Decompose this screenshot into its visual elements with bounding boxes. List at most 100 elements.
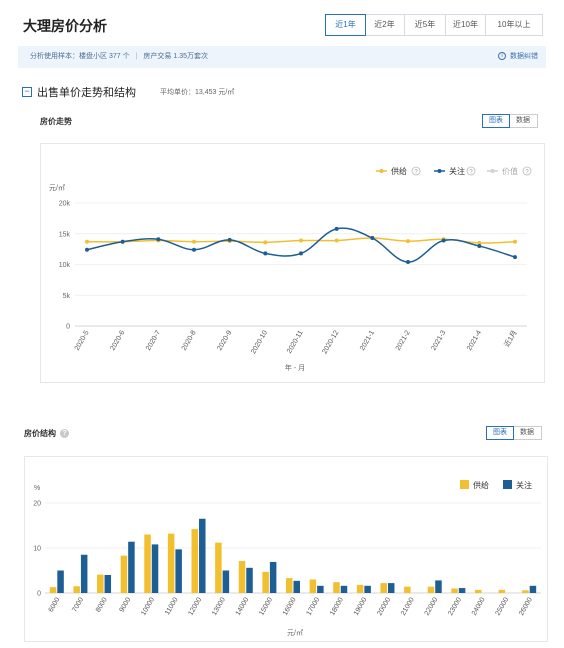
trend-data-point[interactable]	[334, 238, 339, 243]
structure-bar-attention[interactable]	[435, 580, 442, 593]
time-range-tabs: 近1年 近2年 近5年 近10年 10年以上	[325, 14, 543, 36]
trend-title: 房价走势	[40, 117, 72, 126]
trend-chart-button[interactable]: 图表	[482, 114, 510, 128]
structure-x-tick-label: 7000	[71, 596, 85, 613]
trend-chart-panel: 供给 ? 关注 ? 价值 ? 元/㎡ 年 - 月 0 5k 10k 15k 20k 20…	[40, 143, 545, 383]
legend-attention-label[interactable]: 关注	[516, 480, 532, 490]
help-icon[interactable]: ?	[60, 429, 69, 439]
structure-bar-supply[interactable]	[474, 589, 482, 593]
trend-data-point[interactable]	[299, 251, 303, 256]
structure-bar-supply[interactable]	[309, 579, 317, 594]
trend-data-point[interactable]	[227, 237, 232, 242]
trend-data-point[interactable]	[406, 239, 410, 244]
trend-data-button[interactable]: 数据	[509, 115, 537, 127]
trend-data-point[interactable]	[156, 237, 161, 242]
tab-1-year[interactable]: 近1年	[325, 14, 366, 36]
trend-data-point[interactable]	[334, 226, 339, 231]
structure-bar-supply[interactable]	[262, 571, 269, 593]
structure-bar-attention[interactable]	[80, 554, 88, 593]
structure-bar-attention[interactable]	[364, 585, 371, 593]
legend-supply-label[interactable]: 供给	[473, 480, 489, 490]
structure-bar-attention[interactable]	[57, 570, 64, 594]
structure-x-tick-label: 11000	[164, 596, 180, 616]
structure-chart-button[interactable]: 图表	[486, 426, 514, 440]
tab-10-plus-years[interactable]: 10年以上	[486, 15, 542, 35]
trend-data-point[interactable]	[513, 255, 517, 260]
structure-bar-supply[interactable]	[286, 578, 293, 593]
trend-y-tick-label: 20k	[59, 201, 71, 208]
trend-data-point[interactable]	[192, 247, 196, 252]
structure-bar-supply[interactable]	[427, 586, 435, 593]
structure-bar-attention[interactable]	[151, 544, 159, 593]
trend-data-point[interactable]	[85, 247, 89, 252]
tab-5-years[interactable]: 近5年	[405, 15, 446, 35]
legend-supply-dot	[379, 169, 384, 173]
structure-y-tick-label: 20	[33, 501, 41, 508]
structure-y-tick-label: 10	[33, 546, 41, 553]
structure-bar-supply[interactable]	[97, 574, 104, 593]
structure-x-tick-label: 8000	[95, 596, 109, 613]
structure-bar-supply[interactable]	[333, 582, 340, 593]
legend-price-label[interactable]: 价值	[502, 166, 518, 176]
structure-bar-supply[interactable]	[498, 589, 506, 593]
structure-x-tick-label: 26000	[518, 596, 534, 616]
structure-y-tick-label: 0	[37, 591, 41, 598]
trend-data-point[interactable]	[406, 260, 410, 265]
trend-data-point[interactable]	[192, 239, 196, 244]
trend-data-point[interactable]	[120, 239, 125, 244]
structure-bar-supply[interactable]	[167, 533, 175, 593]
structure-bar-attention[interactable]	[128, 541, 135, 593]
trend-line-series-1	[86, 227, 516, 263]
trend-data-point[interactable]	[370, 236, 375, 241]
legend-supply-label[interactable]: 供给	[391, 166, 407, 176]
structure-bar-attention[interactable]	[529, 585, 537, 593]
structure-bar-supply[interactable]	[191, 529, 199, 593]
structure-bar-attention[interactable]	[246, 567, 253, 593]
structure-bar-supply[interactable]	[404, 586, 411, 593]
structure-bar-supply[interactable]	[73, 586, 80, 593]
trend-data-point[interactable]	[85, 239, 89, 244]
structure-bar-supply[interactable]	[120, 555, 128, 593]
trend-data-point[interactable]	[477, 244, 482, 249]
structure-bar-supply[interactable]	[380, 583, 387, 593]
structure-bar-attention[interactable]	[175, 549, 182, 593]
structure-x-tick-label: 17000	[306, 596, 322, 616]
structure-bar-attention[interactable]	[340, 585, 348, 593]
structure-x-tick-label: 25000	[495, 596, 511, 616]
trend-data-point[interactable]	[441, 238, 446, 243]
structure-bar-supply[interactable]	[522, 590, 529, 593]
trend-data-point[interactable]	[263, 251, 268, 256]
structure-bar-supply[interactable]	[451, 588, 458, 594]
structure-bar-attention[interactable]	[199, 518, 206, 593]
structure-bar-attention[interactable]	[222, 570, 230, 594]
structure-x-tick-label: 19000	[353, 596, 369, 616]
trend-x-tick-label: 2020-7	[145, 329, 162, 351]
data-feedback-link[interactable]: i 数据纠错	[498, 46, 538, 68]
trend-x-tick-label: 2020-9	[216, 329, 233, 351]
tab-10-years[interactable]: 近10年	[446, 15, 486, 35]
structure-bar-attention[interactable]	[317, 585, 324, 593]
trend-data-point[interactable]	[513, 239, 517, 244]
structure-bar-attention[interactable]	[458, 588, 466, 593]
structure-bar-attention[interactable]	[104, 575, 112, 593]
tab-2-years[interactable]: 近2年	[365, 15, 405, 35]
structure-view-toggle: 图表 数据	[486, 426, 542, 440]
structure-bar-supply[interactable]	[144, 534, 151, 594]
structure-bar-attention[interactable]	[293, 580, 301, 593]
structure-bar-supply[interactable]	[356, 584, 364, 593]
trend-x-tick-label: 2020-12	[321, 329, 340, 355]
structure-bar-supply[interactable]	[215, 542, 222, 593]
info-icon: i	[498, 52, 506, 61]
structure-data-button[interactable]: 数据	[513, 427, 541, 439]
legend-attention-label[interactable]: 关注	[449, 166, 465, 176]
structure-x-tick-label: 14000	[235, 596, 251, 616]
structure-x-tick-label: 18000	[329, 596, 345, 616]
trend-data-point[interactable]	[299, 238, 303, 243]
structure-bar-supply[interactable]	[49, 587, 57, 593]
collapse-icon[interactable]: −	[22, 87, 32, 97]
structure-bar-attention[interactable]	[387, 583, 395, 593]
structure-bar-supply[interactable]	[238, 561, 246, 593]
trend-data-point[interactable]	[263, 240, 268, 245]
structure-x-tick-label: 10000	[140, 596, 156, 616]
structure-bar-attention[interactable]	[269, 561, 277, 593]
